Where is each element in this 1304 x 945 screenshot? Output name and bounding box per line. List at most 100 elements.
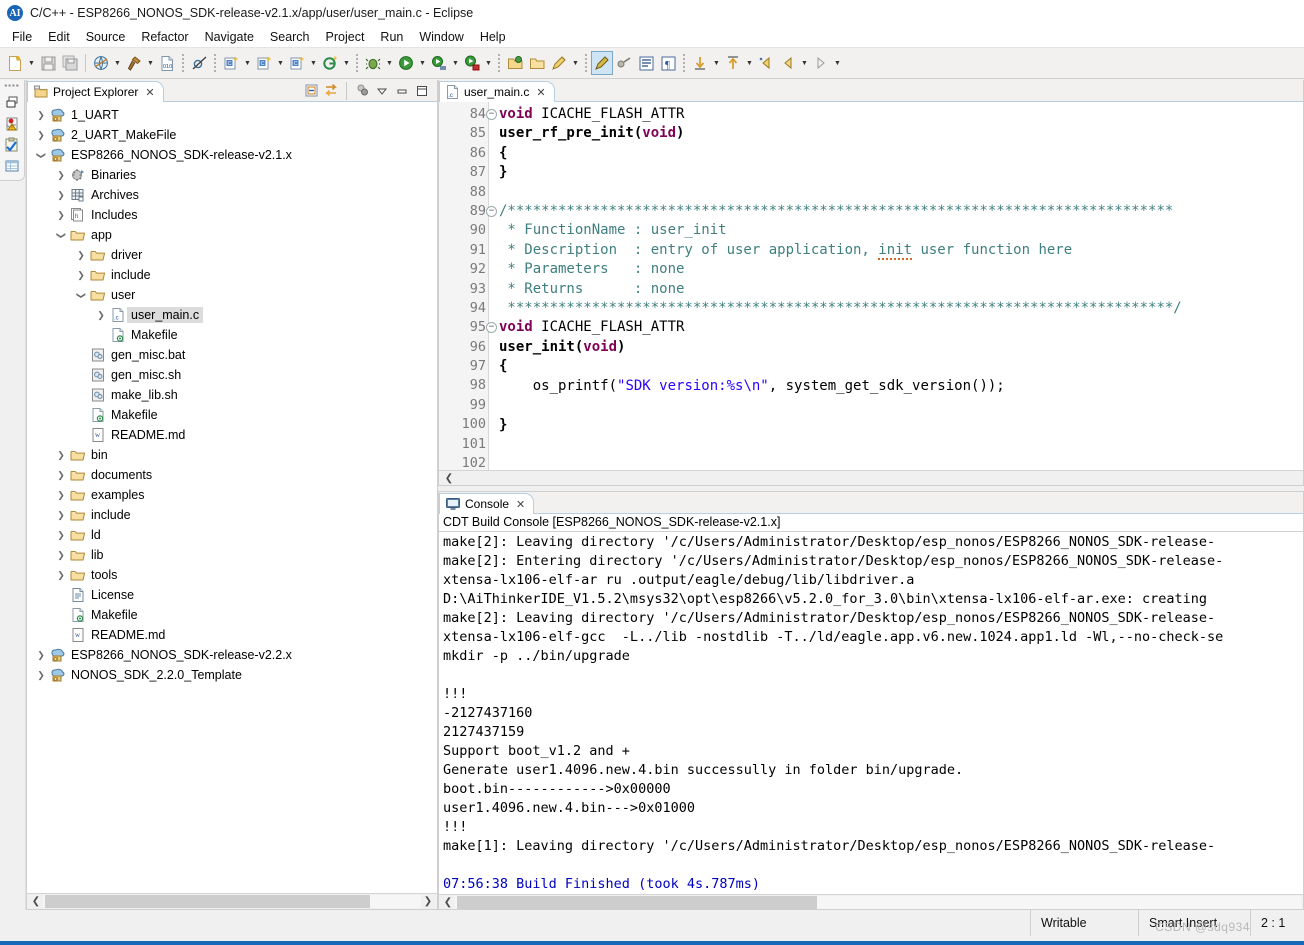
run-configurations-icon[interactable] — [428, 51, 450, 75]
new-icon[interactable] — [4, 51, 26, 75]
debug-bug-icon[interactable] — [362, 51, 384, 75]
fold-toggle-icon[interactable]: − — [486, 109, 497, 120]
build-hammer-icon[interactable] — [123, 51, 145, 75]
back-icon[interactable] — [777, 51, 799, 75]
tree-item-include[interactable]: ❯ include — [27, 505, 437, 525]
scroll-thumb[interactable] — [457, 895, 817, 909]
collapse-all-icon[interactable] — [302, 82, 320, 100]
tree-item-user[interactable]: ❯ user — [27, 285, 437, 305]
problems-icon[interactable]: ! — [2, 113, 22, 134]
chevron-down-icon[interactable]: ▼ — [744, 51, 755, 75]
scroll-track[interactable] — [43, 895, 421, 908]
close-icon[interactable]: ✕ — [145, 86, 154, 99]
chevron-down-icon[interactable]: ▼ — [242, 51, 253, 75]
chevron-right-icon[interactable]: ❯ — [33, 110, 49, 121]
close-icon[interactable]: ✕ — [536, 86, 545, 99]
maximize-icon[interactable] — [413, 82, 431, 100]
forward-icon[interactable] — [810, 51, 832, 75]
tab-console[interactable]: Console ✕ — [439, 493, 535, 514]
chevron-down-icon[interactable]: ▼ — [417, 51, 428, 75]
chevron-right-icon[interactable]: ❯ — [53, 570, 69, 581]
editor-hscrollbar[interactable]: ❮ — [439, 470, 1303, 485]
menu-run[interactable]: Run — [372, 28, 411, 46]
chevron-right-icon[interactable]: ❯ — [53, 510, 69, 521]
open-type-icon[interactable] — [504, 51, 526, 75]
tab-user-main-c[interactable]: .c user_main.c ✕ — [439, 81, 555, 102]
tree-item-tools[interactable]: ❯ tools — [27, 565, 437, 585]
run-icon[interactable] — [395, 51, 417, 75]
scroll-right-icon[interactable]: ❯ — [421, 896, 435, 907]
scroll-thumb[interactable] — [45, 895, 370, 908]
toggle-highlight-icon[interactable] — [591, 51, 613, 75]
view-menu-filter-icon[interactable] — [353, 82, 371, 100]
chevron-down-icon[interactable]: ❯ — [76, 287, 87, 303]
tree-item-readme-md[interactable]: w README.md — [27, 425, 437, 445]
tree-item-examples[interactable]: ❯ examples — [27, 485, 437, 505]
tree-item-user-main-c[interactable]: ❯ .c user_main.c — [27, 305, 437, 325]
chevron-right-icon[interactable]: ❯ — [53, 170, 69, 181]
chevron-right-icon[interactable]: ❯ — [53, 470, 69, 481]
tree-item-nonos-sdk-2-2-0-template[interactable]: ❯! NONOS_SDK_2.2.0_Template — [27, 665, 437, 685]
console-hscrollbar[interactable]: ❮ — [439, 894, 1303, 909]
chevron-down-icon[interactable]: ▼ — [832, 51, 843, 75]
chevron-right-icon[interactable]: ❯ — [33, 130, 49, 141]
tab-project-explorer[interactable]: Project Explorer ✕ — [27, 81, 164, 102]
chevron-down-icon[interactable]: ▼ — [570, 51, 581, 75]
scroll-left-icon[interactable]: ❮ — [441, 897, 455, 908]
new-c-project-icon[interactable]: C — [220, 51, 242, 75]
chevron-down-icon[interactable]: ▼ — [308, 51, 319, 75]
tree-item-makefile[interactable]: Makefile — [27, 405, 437, 425]
toggle-mark-occurrences-icon[interactable] — [613, 51, 635, 75]
tree-item-includes[interactable]: ❯ h Includes — [27, 205, 437, 225]
source-code[interactable]: void ICACHE_FLASH_ATTR user_rf_pre_init(v… — [489, 102, 1303, 470]
tree-item-gen-misc-sh[interactable]: gen_misc.sh — [27, 365, 437, 385]
chevron-right-icon[interactable]: ❯ — [73, 270, 89, 281]
binary-010-icon[interactable]: 010 — [156, 51, 178, 75]
chevron-right-icon[interactable]: ❯ — [53, 530, 69, 541]
tree-item-include[interactable]: ❯ include — [27, 265, 437, 285]
tree-item-esp8266-nonos-sdk-release-v2-1-x[interactable]: ❯! ESP8266_NONOS_SDK-release-v2.1.x — [27, 145, 437, 165]
chevron-right-icon[interactable]: ❯ — [73, 250, 89, 261]
tree-item-archives[interactable]: ❯ Archives — [27, 185, 437, 205]
chevron-right-icon[interactable]: ❯ — [53, 490, 69, 501]
editor-body[interactable]: 84−85 86 87 88 89−90 91 92 93 94 95−96 97 98 99 100 10… — [439, 102, 1303, 470]
console-output[interactable]: make[2]: Leaving directory '/c/Users/Adm… — [439, 532, 1303, 894]
external-tools-icon[interactable] — [461, 51, 483, 75]
tree-item-app[interactable]: ❯ app — [27, 225, 437, 245]
scroll-track[interactable] — [455, 895, 1301, 909]
tree-item-readme-md[interactable]: w README.md — [27, 625, 437, 645]
menu-file[interactable]: File — [4, 28, 40, 46]
previous-annotation-icon[interactable] — [722, 51, 744, 75]
menu-refactor[interactable]: Refactor — [133, 28, 196, 46]
tree-item-1-uart[interactable]: ❯! 1_UART — [27, 105, 437, 125]
chevron-down-icon[interactable]: ▼ — [112, 51, 123, 75]
chevron-down-icon[interactable]: ▼ — [450, 51, 461, 75]
tree-item-license[interactable]: License — [27, 585, 437, 605]
tree-item-make-lib-sh[interactable]: make_lib.sh — [27, 385, 437, 405]
tree-item-makefile[interactable]: Makefile — [27, 605, 437, 625]
restore-icon[interactable] — [2, 92, 22, 113]
tree-item-makefile[interactable]: Makefile — [27, 325, 437, 345]
chevron-right-icon[interactable]: ❯ — [33, 650, 49, 661]
open-folder-icon[interactable] — [526, 51, 548, 75]
close-icon[interactable]: ✕ — [516, 498, 525, 511]
chevron-down-icon[interactable]: ▼ — [483, 51, 494, 75]
chevron-down-icon[interactable]: ▼ — [711, 51, 722, 75]
last-edit-location-icon[interactable] — [755, 51, 777, 75]
menu-navigate[interactable]: Navigate — [197, 28, 262, 46]
tree-item-bin[interactable]: ❯ bin — [27, 445, 437, 465]
chevron-down-icon[interactable]: ❯ — [56, 227, 67, 243]
tree-item-2-uart-makefile[interactable]: ❯! 2_UART_MakeFile — [27, 125, 437, 145]
chevron-down-icon[interactable]: ❯ — [36, 147, 47, 163]
show-pilcrow-icon[interactable]: ¶ — [657, 51, 679, 75]
tree-item-esp8266-nonos-sdk-release-v2-2-x[interactable]: ❯! ESP8266_NONOS_SDK-release-v2.2.x — [27, 645, 437, 665]
tasks-icon[interactable] — [2, 134, 22, 155]
chevron-right-icon[interactable]: ❯ — [53, 190, 69, 201]
scroll-left-icon[interactable]: ❮ — [29, 896, 43, 907]
new-class-icon[interactable] — [319, 51, 341, 75]
show-whitespace-icon[interactable] — [635, 51, 657, 75]
tree-item-gen-misc-bat[interactable]: gen_misc.bat — [27, 345, 437, 365]
menu-window[interactable]: Window — [411, 28, 471, 46]
chevron-right-icon[interactable]: ❯ — [93, 310, 109, 321]
scroll-left-icon[interactable]: ❮ — [442, 473, 456, 484]
